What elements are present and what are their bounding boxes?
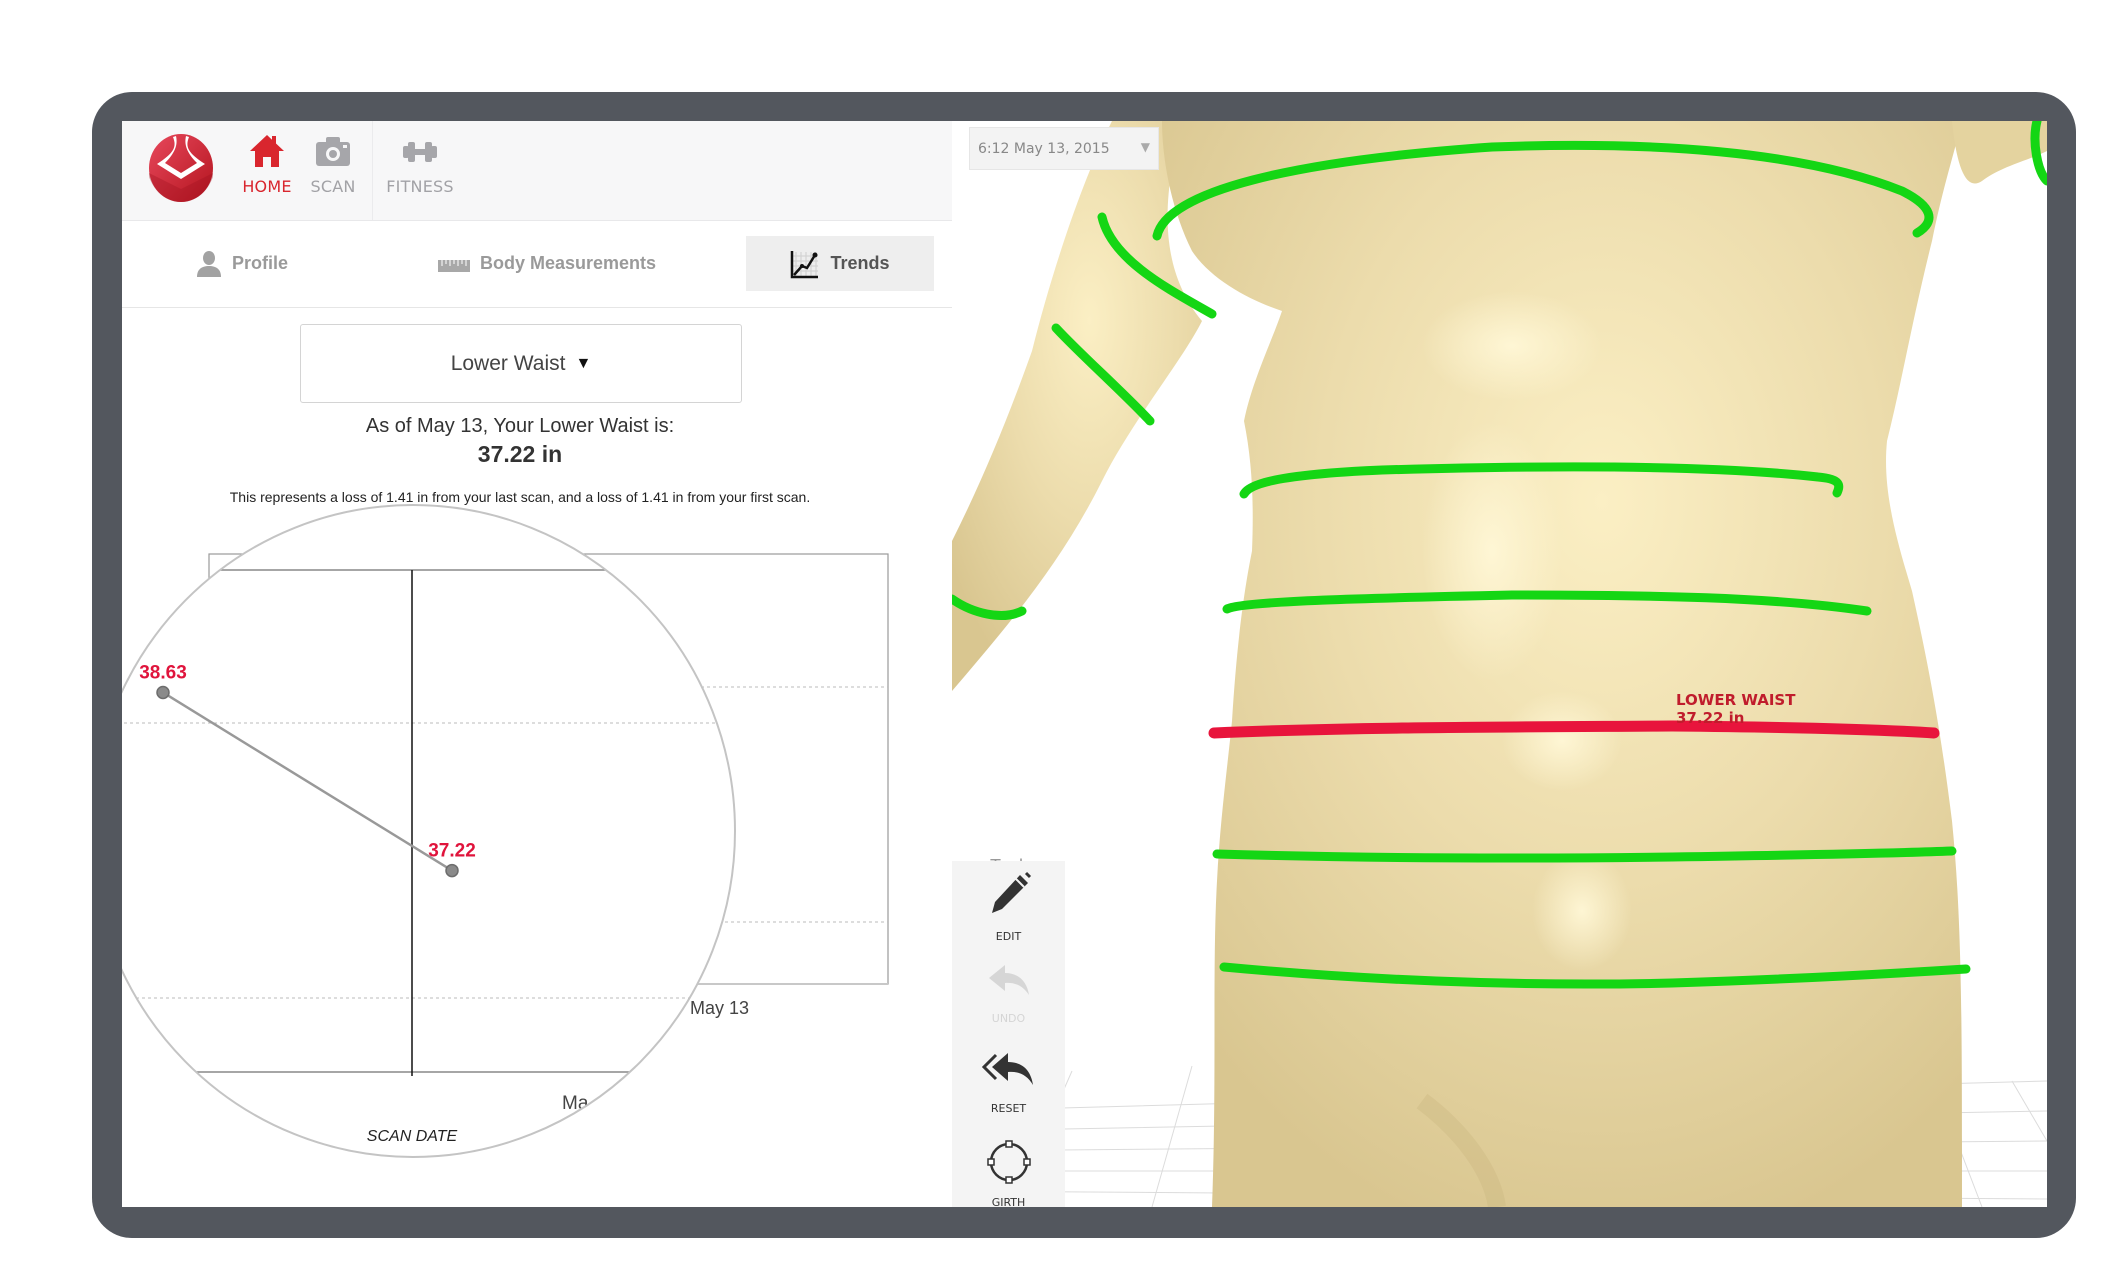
dumbbell-icon bbox=[403, 142, 437, 162]
metric-dropdown-value: Lower Waist bbox=[450, 351, 566, 375]
as-of-text: As of May 13, Your Lower Waist is: bbox=[365, 415, 675, 437]
nav-scan-label: SCAN bbox=[310, 177, 356, 196]
caret-down-icon: ▼ bbox=[575, 354, 592, 372]
x-tick-label: May 13 bbox=[690, 998, 749, 1018]
user-icon bbox=[196, 250, 221, 277]
nav-fitness[interactable]: FITNESS bbox=[384, 133, 456, 196]
data-point[interactable] bbox=[445, 863, 459, 878]
tool-reset[interactable]: RESET bbox=[952, 1051, 1065, 1115]
highlight-name: LOWER WAIST bbox=[1676, 691, 1796, 709]
nav-fitness-label: FITNESS bbox=[386, 177, 454, 196]
section-tabs: Profile Body Measurements Trends bbox=[122, 221, 952, 308]
tab-profile[interactable]: Profile bbox=[172, 236, 312, 291]
tab-profile-label: Profile bbox=[231, 253, 288, 273]
highlight bbox=[1422, 421, 1562, 681]
tool-undo[interactable]: UNDO bbox=[952, 963, 1065, 1025]
trend-chart: May 13 38.63 37.22 19 Ma SCAN DATE bbox=[122, 504, 889, 1158]
highlight bbox=[1502, 691, 1622, 791]
body-3d-viewport[interactable]: LOWER WAIST 37.22 in 6:12 May 13, 2015 ▼… bbox=[952, 121, 2047, 1207]
nav-scan[interactable]: SCAN bbox=[308, 133, 358, 196]
metric-dropdown[interactable]: Lower Waist ▼ bbox=[300, 324, 742, 403]
body-model[interactable] bbox=[952, 121, 2047, 1207]
tool-reset-label: RESET bbox=[990, 1102, 1027, 1115]
tool-edit-label: EDIT bbox=[995, 930, 1022, 943]
x-tick-label: 19 bbox=[170, 1093, 191, 1114]
tool-girth[interactable]: GIRTH bbox=[952, 1139, 1065, 1207]
reset-icon bbox=[981, 1053, 1033, 1085]
tab-body-measurements-label: Body Measurements bbox=[479, 253, 657, 273]
scan-date-value: 6:12 May 13, 2015 bbox=[978, 140, 1110, 157]
pen-icon bbox=[991, 871, 1031, 913]
tab-trends[interactable]: Trends bbox=[746, 236, 934, 291]
tool-undo-label: UNDO bbox=[991, 1012, 1026, 1025]
caret-down-icon: ▼ bbox=[1140, 140, 1150, 154]
left-arm bbox=[952, 121, 1202, 691]
home-icon bbox=[250, 135, 284, 167]
left-panel: HOME SCAN FITNESS Profile Body Measureme… bbox=[122, 121, 952, 1207]
current-measurement-value: 37.22 in bbox=[477, 441, 563, 467]
nav-divider bbox=[372, 121, 373, 220]
tool-edit[interactable]: EDIT bbox=[952, 871, 1065, 943]
tools-panel: EDIT UNDO RESET GIRTH bbox=[952, 861, 1065, 1207]
brand-logo[interactable] bbox=[147, 133, 215, 203]
scan-date-dropdown[interactable]: 6:12 May 13, 2015 ▼ bbox=[969, 127, 1159, 170]
highlight-value: 37.22 in bbox=[1676, 709, 1745, 727]
undo-icon bbox=[988, 965, 1029, 995]
ruler-icon bbox=[437, 259, 470, 272]
nav-home[interactable]: HOME bbox=[242, 133, 292, 196]
data-point[interactable] bbox=[156, 685, 170, 700]
tab-trends-label: Trends bbox=[830, 253, 890, 273]
app-header: HOME SCAN FITNESS bbox=[122, 121, 952, 221]
camera-icon bbox=[316, 137, 350, 166]
torso bbox=[1162, 121, 1962, 1207]
tab-body-measurements[interactable]: Body Measurements bbox=[422, 236, 672, 291]
tool-girth-label: GIRTH bbox=[991, 1196, 1026, 1207]
app-screen: HOME SCAN FITNESS Profile Body Measureme… bbox=[122, 121, 2047, 1207]
measurement-band-lower-waist[interactable] bbox=[1208, 720, 1940, 739]
trend-chart-icon bbox=[791, 250, 819, 278]
highlight bbox=[1532, 851, 1632, 971]
x-axis-title: SCAN DATE bbox=[367, 1128, 458, 1145]
girth-icon bbox=[986, 1140, 1031, 1184]
x-tick-label: Ma bbox=[562, 1093, 589, 1114]
data-label: 38.63 bbox=[139, 662, 187, 683]
data-label: 37.22 bbox=[428, 841, 476, 862]
highlight bbox=[1422, 291, 1602, 401]
highlighted-measurement-label: LOWER WAIST 37.22 in bbox=[1676, 691, 1795, 727]
nav-home-label: HOME bbox=[242, 177, 292, 196]
